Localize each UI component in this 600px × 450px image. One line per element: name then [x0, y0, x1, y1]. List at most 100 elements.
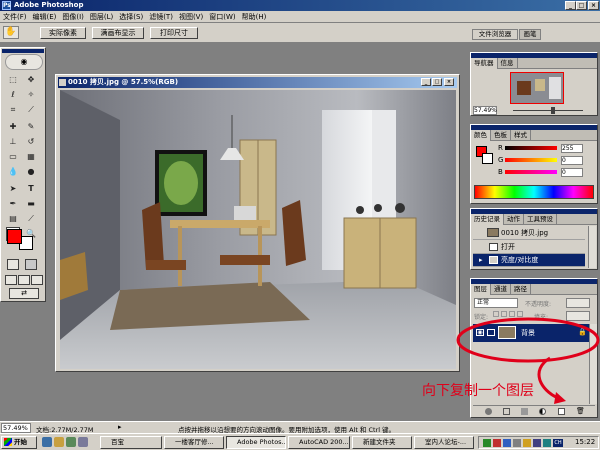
menu-filter[interactable]: 滤镜(T) — [146, 11, 176, 23]
tray-icon-3[interactable] — [503, 439, 511, 447]
tab-styles[interactable]: 样式 — [511, 130, 531, 141]
task-new-folder[interactable]: 新建文件夹 — [352, 436, 412, 449]
path-select-tool-icon[interactable]: ➤ — [6, 182, 20, 196]
quicklaunch-folder-icon[interactable] — [54, 437, 64, 447]
menu-layer[interactable]: 图层(L) — [87, 11, 116, 23]
navigator-zoom-slider[interactable] — [513, 110, 583, 111]
task-photoshop[interactable]: Adobe Photos... — [226, 436, 286, 449]
g-slider[interactable] — [505, 158, 557, 162]
r-slider[interactable] — [505, 146, 557, 150]
menu-file[interactable]: 文件(F) — [0, 11, 30, 23]
minimize-button[interactable]: _ — [565, 1, 576, 10]
notes-tool-icon[interactable]: ▤ — [6, 212, 20, 226]
menu-window[interactable]: 窗口(W) — [206, 11, 238, 23]
screen-mode-full-menu-icon[interactable] — [18, 275, 30, 285]
color-spectrum-bar[interactable] — [474, 185, 594, 199]
actual-pixels-button[interactable]: 实际像素 — [40, 27, 86, 39]
slice-tool-icon[interactable]: ⟋ — [24, 103, 38, 117]
tray-icon-2[interactable] — [493, 439, 501, 447]
quicklaunch-ie-icon[interactable] — [42, 437, 52, 447]
lasso-tool-icon[interactable]: ℓ — [6, 88, 20, 102]
r-value-field[interactable]: 255 — [561, 144, 583, 153]
menu-edit[interactable]: 编辑(E) — [30, 11, 60, 23]
move-tool-icon[interactable]: ✥ — [24, 73, 38, 87]
shape-tool-icon[interactable]: ▬ — [24, 197, 38, 211]
menu-select[interactable]: 选择(S) — [116, 11, 146, 23]
history-scrollbar[interactable] — [588, 226, 596, 268]
tab-navigator[interactable]: 导航器 — [471, 58, 498, 69]
navigator-zoom-field[interactable]: 57.49% — [473, 106, 497, 115]
status-arrow-icon[interactable]: ▸ — [118, 422, 122, 433]
task-baibao[interactable]: 百宝 — [100, 436, 162, 449]
standard-mode-icon[interactable] — [7, 259, 19, 270]
tray-icon-5[interactable] — [523, 439, 531, 447]
task-living-room[interactable]: 一楼客厅修... — [164, 436, 224, 449]
maximize-button[interactable]: □ — [576, 1, 587, 10]
file-browser-tab[interactable]: 文件浏览器 — [472, 29, 518, 40]
type-tool-icon[interactable]: T — [24, 182, 38, 196]
history-item-open[interactable]: 打开 — [473, 241, 585, 254]
print-size-button[interactable]: 打印尺寸 — [150, 27, 198, 39]
magic-wand-tool-icon[interactable]: ✧ — [24, 88, 38, 102]
tab-actions[interactable]: 动作 — [504, 214, 524, 225]
image-canvas[interactable] — [60, 90, 456, 369]
tab-color[interactable]: 颜色 — [471, 130, 491, 141]
b-slider[interactable] — [505, 170, 557, 174]
eraser-tool-icon[interactable]: ▭ — [6, 150, 20, 164]
clone-stamp-tool-icon[interactable]: ⊥ — [6, 135, 20, 149]
screen-mode-standard-icon[interactable] — [5, 275, 17, 285]
healing-brush-tool-icon[interactable]: ✚ — [6, 120, 20, 134]
tray-icon-6[interactable] — [533, 439, 541, 447]
quickmask-mode-icon[interactable] — [25, 259, 37, 270]
gradient-tool-icon[interactable]: ▦ — [24, 150, 38, 164]
navigator-thumbnail[interactable] — [510, 72, 564, 104]
color-panel-background[interactable] — [482, 153, 493, 164]
brushes-tab[interactable]: 画笔 — [519, 29, 541, 40]
start-button[interactable]: 开始 — [1, 436, 37, 449]
brush-tool-icon[interactable]: ✎ — [24, 120, 38, 134]
task-autocad[interactable]: AutoCAD 200... — [288, 436, 350, 449]
tab-info[interactable]: 信息 — [498, 58, 518, 69]
input-method-icon[interactable]: CH — [553, 439, 563, 447]
tab-paths[interactable]: 路径 — [511, 284, 531, 295]
crop-tool-icon[interactable]: ⌗ — [6, 103, 20, 117]
g-value-field[interactable]: 0 — [561, 156, 583, 165]
dodge-tool-icon[interactable]: ● — [24, 165, 38, 179]
adobe-online-icon[interactable]: ◉ — [5, 54, 43, 70]
tab-channels[interactable]: 通道 — [491, 284, 511, 295]
hand-tool-icon[interactable]: ✋ — [3, 26, 19, 39]
menu-image[interactable]: 图像(I) — [59, 11, 87, 23]
tab-swatches[interactable]: 色板 — [491, 130, 511, 141]
tray-icon-4[interactable] — [513, 439, 521, 447]
foreground-color-swatch[interactable] — [7, 229, 22, 244]
quicklaunch-media-icon[interactable] — [78, 437, 88, 447]
fit-screen-button[interactable]: 满画布显示 — [92, 27, 144, 39]
pen-tool-icon[interactable]: ✒ — [6, 197, 20, 211]
color-tabs: 颜色 色板 样式 — [471, 130, 597, 141]
b-value-field[interactable]: 0 — [561, 168, 583, 177]
menu-view[interactable]: 视图(V) — [176, 11, 206, 23]
history-snapshot-row[interactable]: 0010 拷贝.jpg — [473, 226, 585, 240]
doc-minimize-button[interactable]: _ — [421, 78, 431, 86]
task-forum[interactable]: 室内人论坛-... — [414, 436, 474, 449]
history-item-brightness[interactable]: ▸ 亮度/对比度 — [473, 254, 585, 267]
blur-tool-icon[interactable]: 💧 — [6, 165, 20, 179]
tray-icon-1[interactable] — [483, 439, 491, 447]
tab-history[interactable]: 历史记录 — [471, 214, 504, 225]
menu-help[interactable]: 帮助(H) — [239, 11, 270, 23]
doc-close-button[interactable]: × — [444, 78, 454, 86]
quicklaunch-desktop-icon[interactable] — [66, 437, 76, 447]
history-snapshot-name: 0010 拷贝.jpg — [501, 229, 549, 237]
screen-mode-full-icon[interactable] — [31, 275, 43, 285]
tray-icon-7[interactable] — [543, 439, 551, 447]
tab-layers[interactable]: 图层 — [471, 284, 491, 295]
doc-maximize-button[interactable]: □ — [432, 78, 442, 86]
navigator-zoom-slider-thumb[interactable] — [551, 107, 555, 114]
status-zoom-field[interactable]: 57.49% — [1, 423, 31, 433]
history-brush-tool-icon[interactable]: ↺ — [24, 135, 38, 149]
tab-tool-presets[interactable]: 工具预设 — [524, 214, 557, 225]
eyedropper-tool-icon[interactable]: ⟋ — [24, 212, 38, 226]
close-button[interactable]: × — [588, 1, 599, 10]
jump-to-imageready-icon[interactable]: ⇄ — [9, 288, 39, 299]
marquee-tool-icon[interactable]: ⬚ — [6, 73, 20, 87]
